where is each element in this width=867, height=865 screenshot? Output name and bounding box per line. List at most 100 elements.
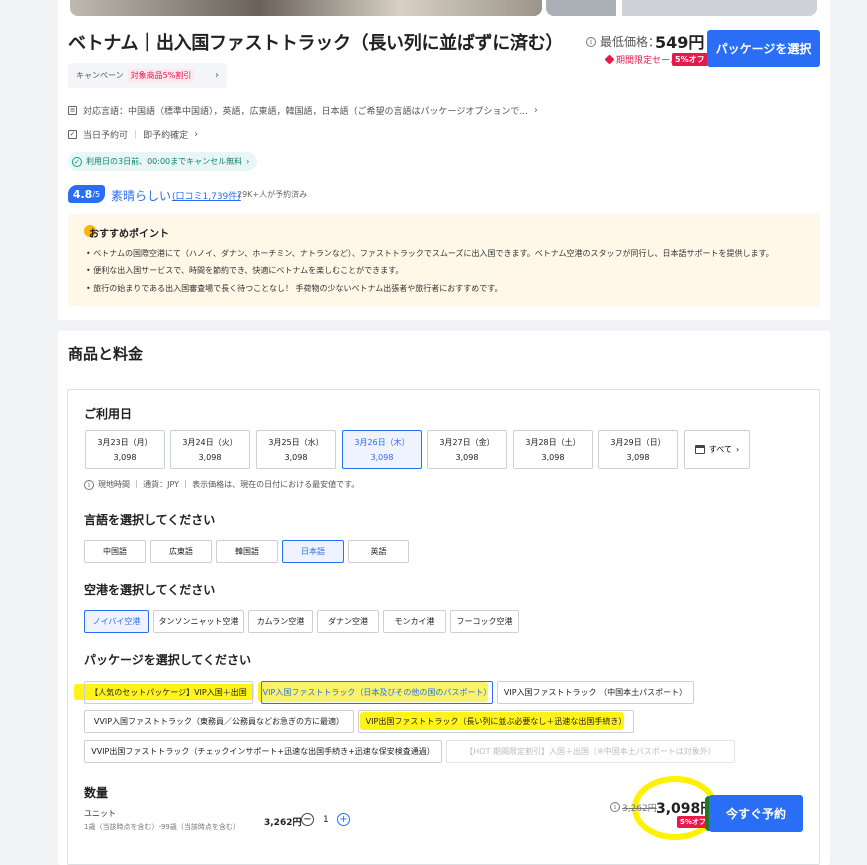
date-price: 3,098 — [370, 453, 394, 462]
languages-text: 対応言語：中国語（標準中国語），英語，広東語，韓国語，日本語（ご希望の言語はパッ… — [83, 107, 528, 117]
date-option-selected[interactable]: 3月26日（木） 3,098 — [342, 430, 422, 469]
date-day: 3月25日（水） — [268, 438, 324, 447]
languages-row[interactable]: ≡ 対応言語：中国語（標準中国語），英語，広東語，韓国語，日本語（ご希望の言語は… — [68, 104, 538, 117]
rating-badge: 4.8/5 — [68, 185, 105, 203]
date-price: 3,098 — [284, 453, 308, 462]
chevron-right-icon: › — [246, 157, 250, 166]
select-package-button[interactable]: パッケージを選択 — [707, 30, 820, 67]
free-cancel-pill[interactable]: ✓ 利用日の3日前、00:00までキャンセル無料 › — [68, 152, 258, 171]
unit-label: ユニット — [84, 809, 116, 818]
gallery-photo[interactable] — [546, 0, 616, 16]
checkbox-icon: ✓ — [68, 130, 77, 139]
chevron-right-icon: › — [735, 445, 740, 454]
package-option-selected[interactable]: VIP入国ファストトラック（日本及びその他の国のパスポート） — [261, 681, 493, 704]
airport-option[interactable]: カムラン空港 — [248, 610, 313, 633]
language-option-selected[interactable]: 日本語 — [282, 540, 344, 563]
language-option[interactable]: 中国語 — [84, 540, 146, 563]
date-day: 3月27日（金） — [439, 438, 495, 447]
package-option[interactable]: 【人気のセットパッケージ】VIP入国＋出国 — [84, 681, 253, 704]
campaign-label: キャンペーン — [76, 71, 124, 80]
package-option[interactable]: VVIP出国ファストトラック（チェックインサポート+迅速な出国手続き+迅速な保安… — [84, 740, 442, 763]
gallery-photo[interactable] — [70, 0, 542, 16]
recommend-item: • 便利な出入国サービスで、時間を節約でき、快適にベトナムを楽しむことができます… — [86, 266, 404, 275]
airport-option[interactable]: フーコック空港 — [450, 610, 519, 633]
language-label: 言語を選択してください — [84, 513, 216, 527]
products-title: 商品と料金 — [68, 345, 144, 363]
campaign-banner[interactable]: キャンペーン 対象商品5%割引 › — [68, 63, 227, 88]
date-day: 3月26日（木） — [354, 438, 410, 447]
date-price: 3,098 — [541, 453, 565, 462]
rating-max: /5 — [92, 189, 101, 199]
quantity-value: 1 — [323, 815, 329, 825]
decrement-button[interactable]: − — [301, 813, 314, 826]
all-dates-button[interactable]: すべて › — [684, 430, 750, 469]
info-icon: i — [84, 479, 94, 490]
package-option[interactable]: VIP出国ファストトラック（長い列に並ぶ必要なし＋迅速な出国手続き） — [358, 710, 634, 733]
sale-tag: 期間限定セール — [604, 53, 680, 66]
rating-score: 4.8 — [72, 187, 93, 201]
airport-label: 空港を選択してください — [84, 583, 216, 597]
calendar-icon — [694, 445, 705, 454]
tag-icon — [604, 54, 615, 65]
all-dates-label: すべて — [708, 445, 732, 454]
date-option[interactable]: 3月24日（火） 3,098 — [170, 430, 250, 469]
chevron-right-icon: › — [215, 70, 219, 81]
campaign-value: 対象商品5%割引 — [127, 69, 195, 82]
booked-count: 29K+人が予約済み — [237, 190, 308, 199]
discount-badge: 5%オフ — [672, 53, 708, 66]
package-label: パッケージを選択してください — [84, 653, 252, 667]
rating-text: 素晴らしい — [111, 189, 172, 203]
date-day: 3月29日（日） — [610, 438, 666, 447]
increment-button[interactable]: + — [337, 813, 350, 826]
min-price-label-text: 最低価格： — [600, 35, 661, 49]
check-circle-icon: ✓ — [72, 156, 82, 167]
same-day-text: 当日予約可 — [83, 131, 129, 141]
language-option[interactable]: 英語 — [348, 540, 409, 563]
language-option[interactable]: 韓国語 — [216, 540, 278, 563]
language-option[interactable]: 広東語 — [150, 540, 212, 563]
date-price: 3,098 — [626, 453, 650, 462]
booking-info-row: ✓ 当日予約可 | 即予約確定 › — [68, 128, 198, 141]
document-icon: ≡ — [68, 106, 77, 115]
quantity-label: 数量 — [84, 786, 109, 800]
recommend-item: • ベトナムの国際空港にて（ハノイ、ダナン、ホーチミン、ナトランなど）、ファスト… — [86, 249, 774, 258]
package-option-disabled: 【HOT 期間限定割引】入国＋出国（※中国本土パスポートは対象外） — [446, 740, 735, 763]
cancel-text: 利用日の3日前、00:00までキャンセル無料 — [86, 157, 243, 166]
divider: | — [134, 129, 138, 140]
gallery-photo[interactable] — [622, 0, 817, 16]
package-option[interactable]: VIP入国ファストトラック （中国本土パスポート） — [497, 681, 694, 704]
date-option[interactable]: 3月29日（日） 3,098 — [598, 430, 678, 469]
price-note: i 現地時間 ｜ 通貨：JPY ｜ 表示価格は、現在の日付における最安値です。 — [84, 479, 359, 490]
instant-confirm-text: 即予約確定 — [143, 131, 189, 141]
airport-option[interactable]: ダナン空港 — [317, 610, 379, 633]
date-price: 3,098 — [198, 453, 222, 462]
chevron-right-icon[interactable]: › — [194, 129, 198, 140]
recommend-item-text: 便利な出入国サービスで、時間を節約でき、快適にベトナムを楽しむことができます。 — [93, 266, 404, 275]
airport-option-selected[interactable]: ノイバイ空港 — [84, 610, 149, 633]
recommend-item-text: ベトナムの国際空港にて（ハノイ、ダナン、ホーチミン、ナトランなど）、ファストトラ… — [93, 249, 774, 258]
unit-price: 3,262円 — [264, 818, 302, 828]
original-price: 3,262円 — [622, 804, 657, 814]
recommend-item: • 旅行の始まりである出入国審査場で長く待つことなし！ 手荷物の少ないベトナム出… — [86, 284, 503, 293]
date-option[interactable]: 3月28日（土） 3,098 — [513, 430, 593, 469]
date-day: 3月24日（火） — [182, 438, 238, 447]
info-icon: i — [610, 802, 620, 812]
sale-label: 期間限定セール — [616, 56, 680, 66]
date-day: 3月28日（土） — [525, 438, 581, 447]
package-option[interactable]: VVIP入国ファストトラック（東務員／公務員などお急ぎの方に最適） — [84, 710, 354, 733]
unit-range: 1歳（当該時点を含む）-99歳（当該時点を含む） — [84, 823, 240, 831]
min-price-label: i 最低価格： — [586, 33, 660, 50]
date-price: 3,098 — [113, 453, 137, 462]
info-icon: i — [586, 36, 596, 47]
recommend-item-text: 旅行の始まりである出入国審査場で長く待つことなし！ 手荷物の少ないベトナム出張者… — [93, 284, 503, 293]
date-option[interactable]: 3月23日（月） 3,098 — [85, 430, 165, 469]
airport-option[interactable]: モンカイ港 — [383, 610, 446, 633]
price-note-text: 現地時間 ｜ 通貨：JPY ｜ 表示価格は、現在の日付における最安値です。 — [98, 480, 360, 489]
date-option[interactable]: 3月25日（水） 3,098 — [256, 430, 336, 469]
min-price: 549円 — [655, 33, 705, 52]
reviews-link[interactable]: (口コミ1,739件) — [172, 189, 241, 202]
recommend-title: おすすめポイント — [89, 229, 169, 240]
date-option[interactable]: 3月27日（金） 3,098 — [427, 430, 507, 469]
book-now-button[interactable]: 今すぐ予約 — [709, 795, 803, 832]
airport-option[interactable]: タンソンニャット空港 — [153, 610, 244, 633]
